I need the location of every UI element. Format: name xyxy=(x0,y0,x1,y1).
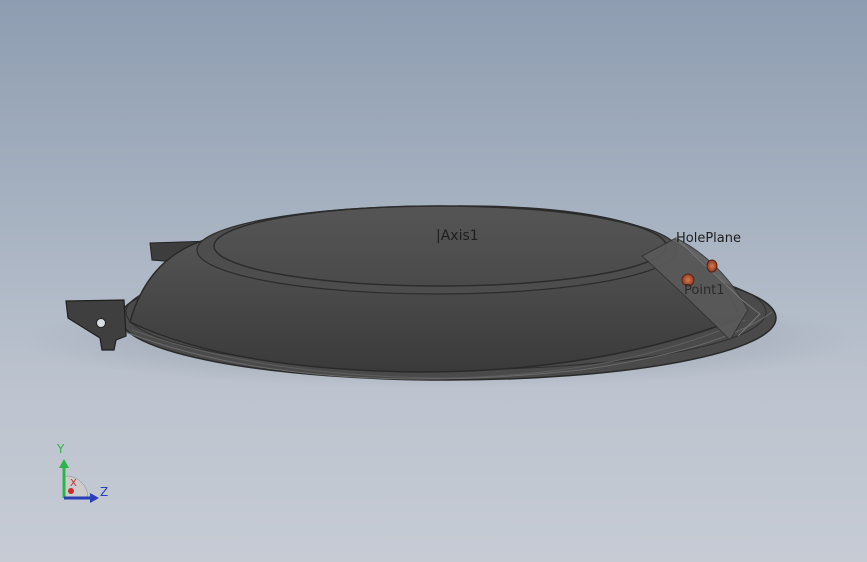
hole-2[interactable] xyxy=(706,259,718,273)
bracket-hole[interactable] xyxy=(96,318,106,328)
top-face[interactable] xyxy=(196,205,678,295)
triad-x-label: X xyxy=(70,478,77,489)
axis-label[interactable]: |Axis1 xyxy=(436,228,479,244)
triad-z-label: Z xyxy=(100,485,109,499)
model-canvas[interactable] xyxy=(0,0,867,562)
view-triad[interactable] xyxy=(59,459,99,503)
graphics-viewport[interactable]: |Axis1 HolePlane Point1 Y Z X xyxy=(0,0,867,562)
hole-plane-label[interactable]: HolePlane xyxy=(676,231,741,246)
triad-y-label: Y xyxy=(57,442,65,456)
point-label[interactable]: Point1 xyxy=(684,283,725,298)
